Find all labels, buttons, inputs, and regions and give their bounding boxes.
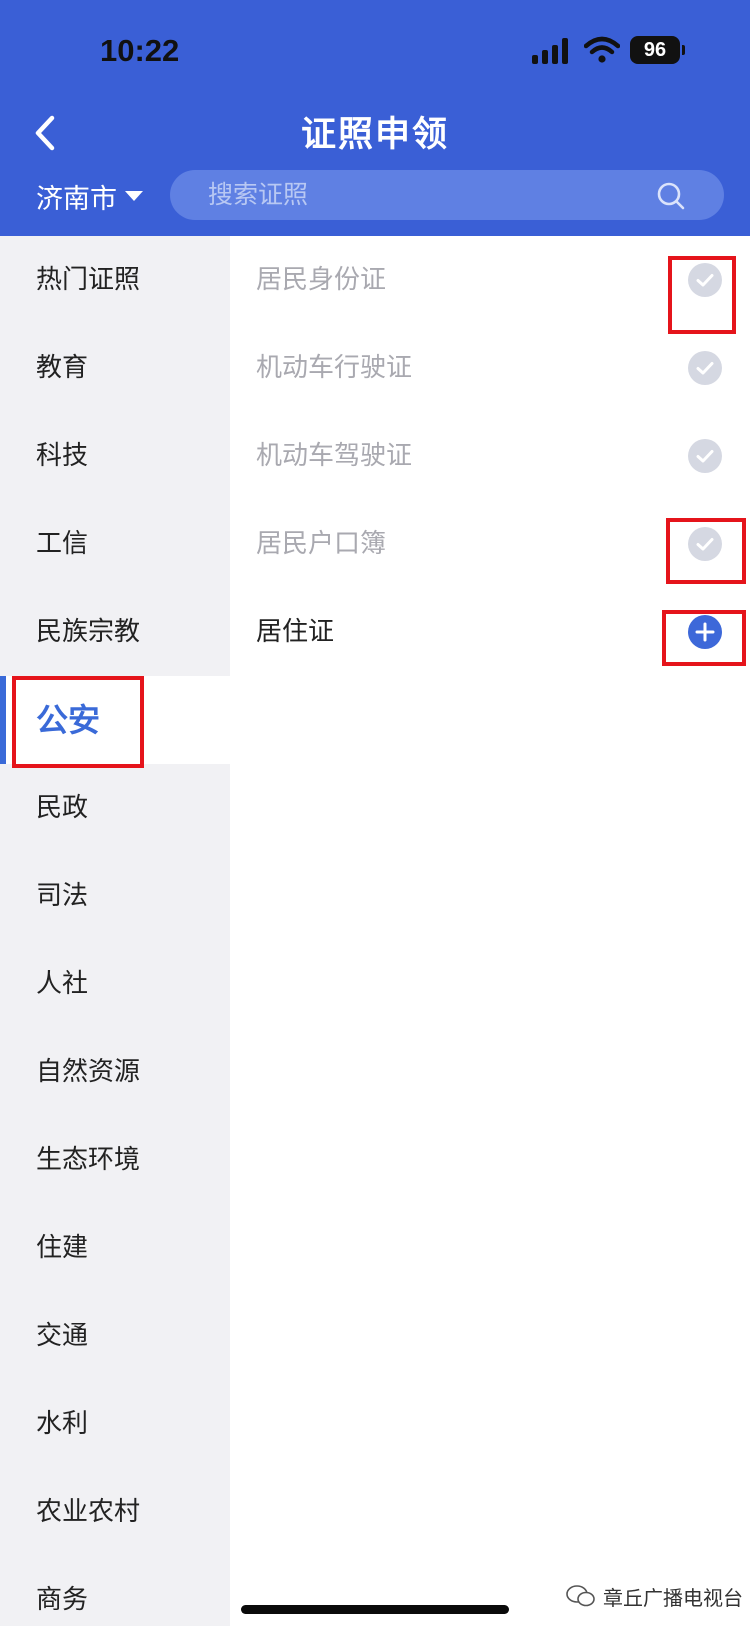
sidebar-item-agriculture[interactable]: 农业农村 [0,1468,230,1556]
sidebar-item-housing[interactable]: 住建 [0,1204,230,1292]
check-icon[interactable] [688,439,722,473]
header-bar: 10:22 96 证照申领 济南市 [0,0,750,236]
sidebar-item-civil-affairs[interactable]: 民政 [0,764,230,852]
sidebar-item-hot[interactable]: 热门证照 [0,236,230,324]
search-bar[interactable] [170,170,724,220]
page-title: 证照申领 [300,115,449,155]
certificate-label: 机动车驾驶证 [256,441,413,471]
sidebar-item-justice[interactable]: 司法 [0,852,230,940]
watermark: 章丘广播电视台 [565,1578,743,1614]
certificate-label: 居民身份证 [256,265,387,295]
search-icon[interactable] [656,181,686,211]
active-indicator [0,676,6,764]
highlight-box [666,518,746,584]
certificate-label: 机动车行驶证 [256,353,413,383]
city-label: 济南市 [36,183,117,215]
battery-indicator: 96 [630,36,680,64]
certificate-label: 居民户口簿 [256,529,387,559]
certificate-label: 居住证 [256,617,335,647]
sidebar-item-industry[interactable]: 工信 [0,500,230,588]
battery-tip [682,45,685,55]
check-icon[interactable] [688,351,722,385]
sidebar-item-water[interactable]: 水利 [0,1380,230,1468]
sidebar-item-ethnic-religion[interactable]: 民族宗教 [0,588,230,676]
category-sidebar: 热门证照 教育 科技 工信 民族宗教 公安 民政 司法 人社 自然资源 生态环境… [0,236,230,1626]
wifi-icon [584,36,620,63]
cellular-signal-icon [532,38,572,64]
sidebar-item-commerce[interactable]: 商务 [0,1556,230,1644]
status-time: 10:22 [100,33,180,68]
watermark-text: 章丘广播电视台 [603,1585,743,1610]
highlight-box [12,676,144,768]
sidebar-item-environment[interactable]: 生态环境 [0,1116,230,1204]
caret-down-icon [125,191,143,201]
highlight-box [668,256,736,334]
sidebar-item-transport[interactable]: 交通 [0,1292,230,1380]
home-indicator [241,1605,509,1614]
list-item: 机动车行驶证 [230,324,750,412]
list-item: 机动车驾驶证 [230,412,750,500]
sidebar-item-human-resources[interactable]: 人社 [0,940,230,1028]
highlight-box [662,610,746,666]
sidebar-item-technology[interactable]: 科技 [0,412,230,500]
sidebar-item-natural-resources[interactable]: 自然资源 [0,1028,230,1116]
search-input[interactable] [208,170,628,220]
city-selector[interactable]: 济南市 [36,174,143,218]
wechat-icon [566,1585,595,1607]
sidebar-item-education[interactable]: 教育 [0,324,230,412]
